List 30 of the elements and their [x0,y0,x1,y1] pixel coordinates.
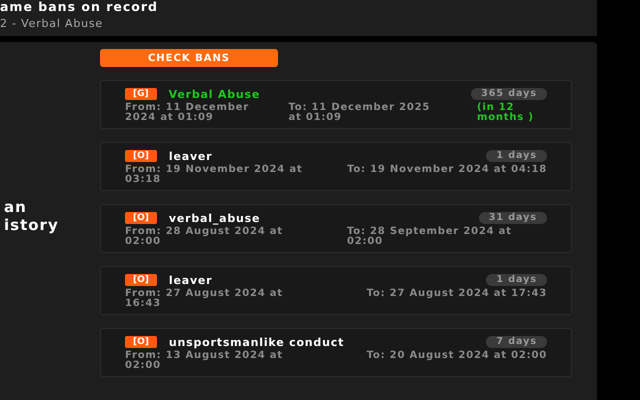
ban-tag: [O] [125,150,157,162]
ban-reason: verbal_abuse [168,212,260,224]
ban-to-date: To: 19 November 2024 at 04:18 [347,165,547,177]
remaining-time: (in 12 months ) [477,103,535,123]
header-title: ame bans on record [0,0,159,14]
ban-reason: unsportsmanlike conduct [168,336,344,348]
ban-tag: [O] [125,274,157,286]
section-title: an istory [4,198,60,234]
ban-reason: leaver [168,150,212,162]
ban-from-date: From: 27 August 2024 at 16:43 [125,289,284,309]
duration-badge: 7 days [486,336,547,348]
ban-to-date: To: 27 August 2024 at 17:43 [366,289,547,301]
ban-reason: Verbal Abuse [168,88,260,100]
ban-to-date: To: 20 August 2024 at 02:00 [366,351,547,363]
ban-tag: [O] [125,336,157,348]
ban-from-date: From: 19 November 2024 at 03:18 [125,165,304,185]
header-subtitle: 2 - Verbal Abuse [0,16,104,30]
duration-badge: 1 days [486,274,547,286]
check-bans-button[interactable]: CHECK BANS [100,49,278,67]
duration-badge: 1 days [486,150,547,162]
ban-from-date: From: 13 August 2024 at 02:00 [125,351,284,371]
duration-badge: 31 days [478,212,547,224]
ban-to-date: To: 11 December 2025 at 01:09 [288,103,432,123]
ban-from-date: From: 11 December 2024 at 01:09 [125,103,250,123]
ban-tag: [O] [125,212,157,224]
duration-badge: 365 days [471,88,547,100]
ban-from-date: From: 28 August 2024 at 02:00 [125,227,284,247]
ban-tag: [G] [125,88,157,100]
ban-reason: leaver [168,274,212,286]
ban-to-date: To: 28 September 2024 at 02:00 [347,227,513,247]
